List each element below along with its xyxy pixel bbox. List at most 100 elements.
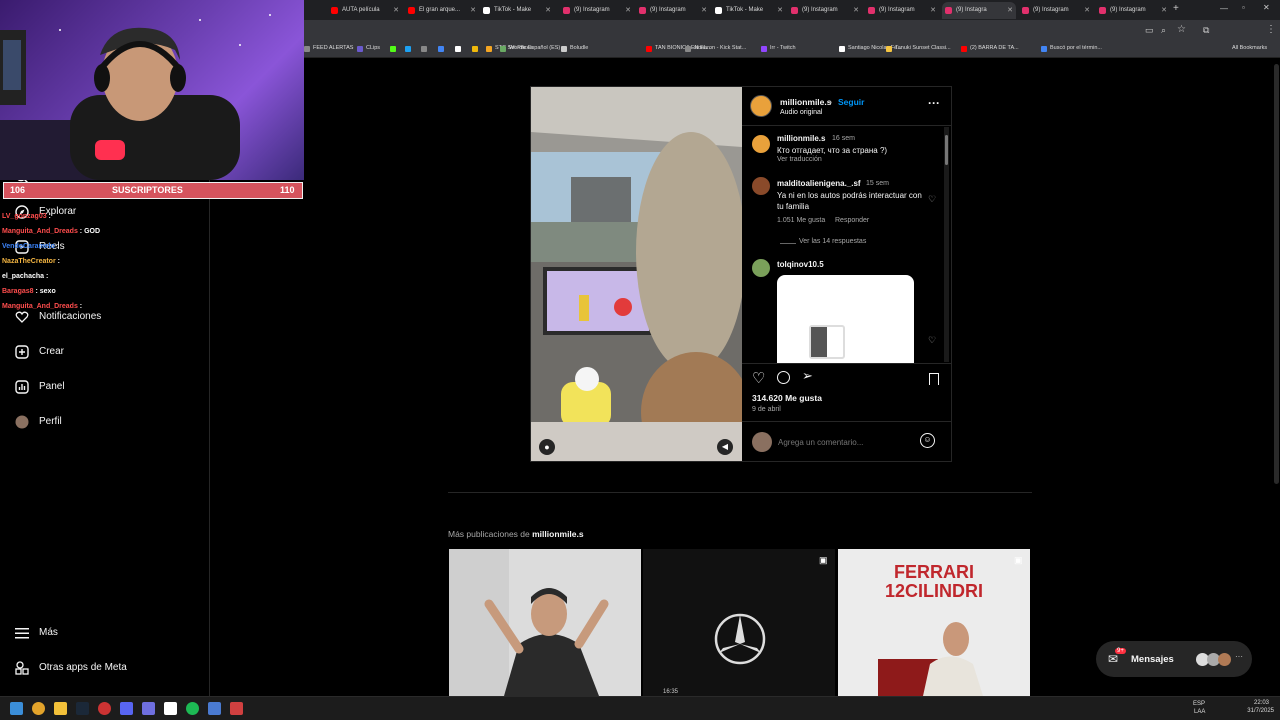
browser-tab[interactable]: AUTA película ✕ — [328, 2, 402, 19]
tab-close-icon[interactable]: ✕ — [1161, 2, 1167, 19]
bookmark-item[interactable]: (2) BARRA DE TA... — [961, 45, 1019, 52]
tab-close-icon[interactable]: ✕ — [625, 2, 631, 19]
user-tag-icon[interactable]: ● — [539, 439, 555, 455]
save-bookmark-icon[interactable] — [929, 373, 939, 385]
avatar[interactable] — [752, 135, 770, 153]
browser-tab[interactable]: TikTok - Make ✕ — [712, 2, 786, 19]
messages-button[interactable]: ✉ 9+ Mensajes ··· — [1096, 641, 1252, 677]
zoom-icon[interactable]: ⌕ — [1161, 25, 1166, 36]
bookmark-item[interactable]: FEED ALERTAS — [304, 45, 353, 52]
comment-user[interactable]: malditoalienigena._.sf — [777, 179, 861, 188]
browser-tab[interactable]: (9) Instagram ✕ — [788, 2, 862, 19]
reel-icon: ▣ — [1014, 555, 1023, 565]
more-options-icon[interactable]: ··· — [928, 96, 940, 110]
windows-start-icon[interactable] — [10, 702, 23, 715]
author-name[interactable]: millionmile.s — [780, 97, 832, 107]
like-heart-icon[interactable]: ♡ — [752, 369, 765, 387]
bookmark-favicon-icon — [646, 46, 652, 52]
tab-close-icon[interactable]: ✕ — [545, 2, 551, 19]
chrome-icon[interactable] — [32, 702, 45, 715]
obs-icon[interactable] — [98, 702, 111, 715]
bookmark-item[interactable]: Tanuki Sunset Classi... — [886, 45, 951, 52]
window-maximize-icon[interactable]: ▫ — [1242, 3, 1245, 12]
tab-close-icon[interactable]: ✕ — [701, 2, 707, 19]
post-video[interactable]: ● ◀ — [531, 87, 742, 461]
bookmark-item[interactable]: Irr - Twitch — [761, 45, 796, 52]
browser-tab[interactable]: (9) Instagram ✕ — [865, 2, 939, 19]
file-explorer-icon[interactable] — [54, 702, 67, 715]
browser-tab[interactable]: (9) Instagram ✕ — [636, 2, 710, 19]
app-icon[interactable] — [230, 702, 243, 715]
tab-close-icon[interactable]: ✕ — [470, 2, 476, 19]
sidebar-item-more[interactable]: Más — [14, 625, 58, 640]
more-post-thumb[interactable] — [449, 549, 641, 696]
page-scrollbar[interactable] — [1273, 58, 1280, 696]
tab-close-icon[interactable]: ✕ — [853, 2, 859, 19]
follow-button[interactable]: Seguir — [838, 97, 864, 107]
tab-close-icon[interactable]: ✕ — [1084, 2, 1090, 19]
lang-indicator-2[interactable]: LAA — [1194, 709, 1205, 715]
bookmark-item[interactable]: Boludle — [561, 45, 588, 52]
reply-link[interactable]: Responder — [835, 217, 869, 224]
bookmark-item[interactable]: CLips — [357, 45, 380, 52]
discord-icon[interactable] — [120, 702, 133, 715]
sidebar-item-perfil[interactable]: Perfil — [14, 414, 62, 429]
spotify-icon[interactable] — [186, 702, 199, 715]
emoji-icon[interactable]: ☺ — [920, 433, 935, 448]
more-posts-author[interactable]: millionmile.s — [532, 529, 584, 539]
browser-tab[interactable]: (9) Instagram ✕ — [1019, 2, 1093, 19]
app-icon[interactable] — [142, 702, 155, 715]
clock-date[interactable]: 31/7/2025 — [1232, 708, 1274, 714]
mute-icon[interactable]: ◀ — [717, 439, 733, 455]
extensions-icon[interactable]: ⧉ — [1203, 25, 1209, 36]
window-close-icon[interactable]: ✕ — [1263, 3, 1270, 12]
audio-label[interactable]: Audio original — [780, 109, 822, 116]
comments-scrollbar[interactable] — [944, 127, 949, 362]
comment-input[interactable] — [778, 435, 918, 449]
bookmark-item[interactable]: sionaron - Kick Stat... — [685, 45, 746, 52]
bookmark-item[interactable]: Buscó por el términ... — [1041, 45, 1102, 52]
translate-link[interactable]: Ver traducción — [777, 156, 822, 163]
comment-user[interactable]: millionmile.s — [777, 134, 825, 143]
comment-bubble-icon[interactable] — [777, 371, 790, 384]
comment-user[interactable]: tolqinov10.5 — [777, 260, 824, 269]
comment-likes[interactable]: 1.051 Me gusta — [777, 217, 825, 224]
all-bookmarks[interactable]: All Bookmarks — [1223, 45, 1267, 51]
app-icon[interactable] — [164, 702, 177, 715]
browser-tab[interactable]: TikTok - Make ✕ — [480, 2, 554, 19]
browser-tab[interactable]: (9) Instagram ✕ — [560, 2, 634, 19]
tab-close-icon[interactable]: ✕ — [930, 2, 936, 19]
browser-tab[interactable]: (9) Instagram ✕ — [1096, 2, 1170, 19]
avatar[interactable] — [752, 259, 770, 277]
heart-icon[interactable]: ♡ — [928, 194, 936, 205]
avatar[interactable] — [752, 177, 770, 195]
window-minimize-icon[interactable]: — — [1220, 4, 1228, 13]
app-icon[interactable] — [208, 702, 221, 715]
likes-count[interactable]: 314.620 Me gusta — [752, 393, 822, 403]
more-post-thumb[interactable]: FERRARI 12CILINDRI ▣ — [838, 549, 1030, 696]
sidebar-item-meta[interactable]: Otras apps de Meta — [14, 660, 127, 675]
sidebar-item-crear[interactable]: Crear — [14, 344, 64, 359]
new-tab-button[interactable]: + — [1173, 3, 1179, 14]
sidebar-item-panel[interactable]: Panel — [14, 379, 65, 394]
lang-indicator[interactable]: ESP — [1193, 701, 1205, 707]
bookmark-item[interactable]: Wordle Español (ES) — [500, 45, 560, 52]
heart-icon[interactable]: ♡ — [928, 335, 936, 346]
browser-tab[interactable]: El gran arque... ✕ — [405, 2, 479, 19]
view-replies-link[interactable]: Ver las 14 respuestas — [799, 238, 866, 245]
author-avatar[interactable] — [750, 95, 772, 117]
browser-tab[interactable]: (9) Instagra ✕ — [942, 2, 1016, 19]
tab-close-icon[interactable]: ✕ — [1007, 2, 1013, 19]
star-icon[interactable]: ☆ — [1177, 24, 1186, 35]
share-send-icon[interactable]: ➢ — [802, 368, 813, 384]
bookmark-favicon-icon — [886, 46, 892, 52]
clock-time[interactable]: 22:03 — [1243, 700, 1269, 706]
menu-icon[interactable]: ⋮ — [1266, 24, 1276, 35]
comment-text: Ya ni en los autos podrás interactuar co… — [777, 191, 922, 211]
more-post-thumb[interactable]: 16:35 ▣ — [643, 549, 835, 696]
steam-icon[interactable] — [76, 702, 89, 715]
tab-close-icon[interactable]: ✕ — [393, 2, 399, 19]
thumb-image — [449, 549, 641, 696]
tab-close-icon[interactable]: ✕ — [777, 2, 783, 19]
cast-icon[interactable]: ▭ — [1145, 25, 1154, 36]
